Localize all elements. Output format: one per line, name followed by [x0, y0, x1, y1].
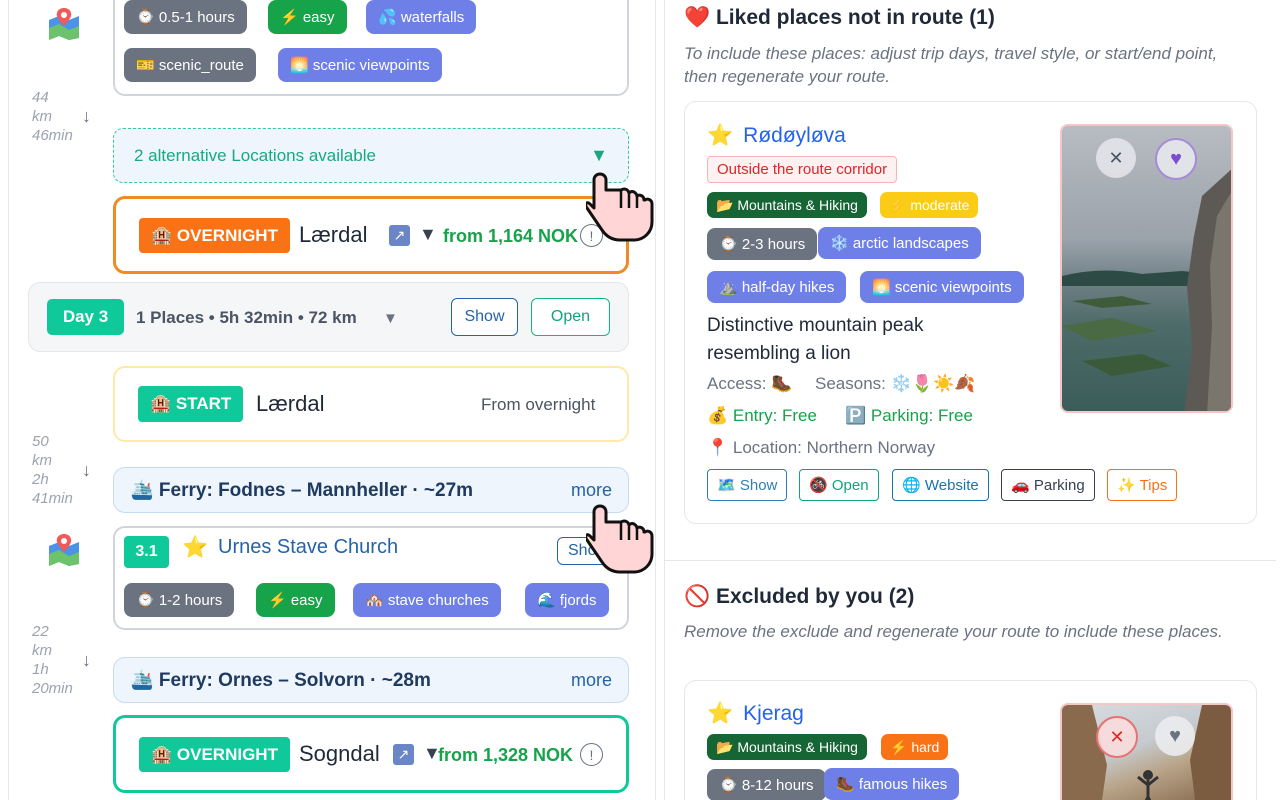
section-divider	[664, 560, 1276, 561]
ferry-row[interactable]: 🛳️ Ferry: Ornes – Solvorn · ~28m more	[113, 657, 629, 703]
tag-category: 🌅 scenic viewpoints	[278, 48, 442, 82]
tag-category: 💦 waterfalls	[366, 0, 477, 34]
seasons-info: Seasons: ❄️🌷☀️🍂	[815, 374, 976, 393]
star-icon: ⭐	[707, 702, 734, 725]
tag-duration: ⌚ 1-2 hours	[124, 583, 235, 617]
place-title[interactable]: ⭐ Rødøyløva	[707, 124, 846, 148]
ferry-row[interactable]: 🛳️ Ferry: Fodnes – Mannheller · ~27m mor…	[113, 467, 629, 513]
star-icon: ⭐	[707, 124, 734, 147]
more-link[interactable]: more	[571, 480, 612, 501]
parking-button[interactable]: 🚗 Parking	[1001, 469, 1095, 501]
tag-difficulty: ⚡ easy	[256, 583, 335, 617]
open-button[interactable]: Open	[531, 298, 610, 336]
start-badge: 🏨 START	[138, 386, 244, 422]
chevron-down-icon: ▼	[590, 145, 608, 165]
show-button[interactable]: 🗺️ Show	[707, 469, 788, 501]
day-summary: 1 Places • 5h 32min • 72 km	[136, 308, 357, 327]
tag-category: ❄️ arctic landscapes	[818, 227, 981, 259]
place-photo	[1060, 124, 1233, 413]
alternatives-toggle[interactable]: 2 alternative Locations available ▼	[113, 128, 629, 183]
leg-distance: 50 km 2h 41min	[32, 433, 73, 507]
start-place: Lærdal	[256, 391, 325, 416]
heart-icon[interactable]: ♥	[1155, 716, 1195, 756]
pointer-hand-icon	[584, 168, 656, 242]
leg-distance: 22 km 1h 20min	[32, 623, 73, 697]
leg-distance: 44 km 46min	[32, 89, 73, 144]
external-link-icon[interactable]: ↗	[389, 225, 410, 246]
close-icon[interactable]: ✕	[1096, 138, 1136, 178]
start-from: From overnight	[481, 395, 596, 414]
place-description: Distinctive mountain peak resembling a l…	[707, 315, 924, 364]
arrow-down-icon: ↓	[82, 650, 91, 670]
tag-difficulty: ⚡ moderate	[880, 192, 979, 218]
heart-icon[interactable]: ♥	[1155, 138, 1197, 180]
day-badge: Day 3	[47, 299, 124, 335]
pointer-hand-icon	[584, 500, 656, 574]
overnight-badge: 🏨 OVERNIGHT	[139, 737, 290, 772]
overnight-place: Sogndal	[299, 741, 380, 766]
tag-category: 🥾 famous hikes	[824, 768, 960, 800]
external-link-icon[interactable]: ↗	[393, 744, 414, 765]
arrow-down-icon: ↓	[82, 106, 91, 126]
close-icon[interactable]: ✕	[1096, 716, 1138, 758]
show-button[interactable]: Show	[451, 298, 518, 336]
tag-category: 📂 Mountains & Hiking	[707, 192, 867, 218]
website-button[interactable]: 🌐 Website	[892, 469, 989, 501]
tag-category: 🎫 scenic_route	[124, 48, 256, 82]
more-link[interactable]: more	[571, 670, 612, 691]
open-button[interactable]: 🚳 Open	[799, 469, 879, 501]
tag-difficulty: ⚡ easy	[268, 0, 347, 34]
tips-button[interactable]: ✨ Tips	[1107, 469, 1178, 501]
place-photo	[1060, 703, 1233, 800]
place-name[interactable]: Kjerag	[743, 702, 804, 726]
stop-name[interactable]: Urnes Stave Church	[218, 536, 398, 559]
map-pin-icon	[46, 6, 82, 40]
location-info: 📍 Location: Northern Norway	[707, 438, 936, 457]
excluded-subtitle: Remove the exclude and regenerate your r…	[684, 622, 1223, 641]
arrow-down-icon: ↓	[82, 460, 91, 480]
map-pin-icon	[46, 532, 82, 566]
ferry-title: 🛳️ Ferry: Ornes – Solvorn · ~28m	[130, 670, 431, 691]
overnight-place: Lærdal	[299, 222, 368, 247]
stop-number: 3.1	[124, 536, 169, 568]
place-title[interactable]: ⭐ Kjerag	[707, 702, 804, 726]
excluded-header: 🚫 Excluded by you (2)	[684, 585, 915, 608]
warning-badge: Outside the route corridor	[707, 156, 898, 183]
tag-duration: ⌚ 8-12 hours	[707, 769, 826, 800]
liked-header: ❤️ Liked places not in route (1)	[684, 6, 995, 29]
overnight-price: from 1,328 NOK	[438, 745, 574, 765]
entry-info: 💰 Entry: Free	[707, 406, 817, 425]
info-icon[interactable]: !	[580, 743, 603, 766]
liked-subtitle: To include these places: adjust trip day…	[684, 44, 1218, 86]
tag-category: 🌅 scenic viewpoints	[860, 271, 1024, 303]
alternatives-label: 2 alternative Locations available	[134, 145, 376, 165]
chevron-down-icon[interactable]: ▼	[383, 310, 398, 327]
tag-duration: ⌚ 0.5-1 hours	[124, 0, 247, 34]
overnight-price: from 1,164 NOK	[443, 226, 579, 246]
access-info: Access: 🥾	[707, 374, 793, 393]
parking-info: 🅿️ Parking: Free	[845, 406, 973, 425]
star-icon: ⭐	[182, 536, 209, 559]
tag-category: 📂 Mountains & Hiking	[707, 734, 867, 760]
chevron-down-icon[interactable]: ▼	[419, 224, 437, 245]
place-name[interactable]: Rødøyløva	[743, 124, 846, 148]
tag-category: 🌊 fjords	[525, 583, 609, 617]
tag-category: 🏘️ stave churches	[353, 583, 501, 617]
tag-duration: ⌚ 2-3 hours	[707, 228, 818, 260]
ferry-title: 🛳️ Ferry: Fodnes – Mannheller · ~27m	[130, 480, 474, 501]
tag-category: ⛰️ half-day hikes	[707, 271, 847, 303]
tag-difficulty: ⚡ hard	[881, 734, 949, 760]
overnight-badge: 🏨 OVERNIGHT	[139, 218, 290, 253]
